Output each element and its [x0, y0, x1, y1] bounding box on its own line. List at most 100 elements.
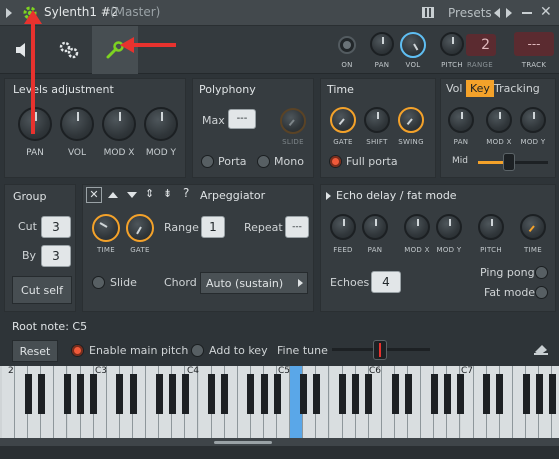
piano-black-key[interactable] — [535, 374, 543, 414]
keyboard-icon[interactable] — [422, 7, 434, 18]
echo-mody-knob[interactable] — [436, 214, 462, 240]
arp-time-knob[interactable] — [92, 214, 120, 242]
piano-black-key[interactable] — [312, 374, 320, 414]
levels-mody-knob[interactable] — [144, 107, 178, 141]
piano-black-key[interactable] — [522, 374, 530, 414]
by-spinner[interactable]: 3 — [41, 245, 71, 267]
piano-white-key[interactable] — [2, 366, 16, 438]
arp-close-icon[interactable]: ✕ — [86, 187, 102, 203]
porta-radio[interactable] — [201, 155, 214, 168]
echo-pitch-knob[interactable] — [478, 214, 504, 240]
slide-knob[interactable] — [280, 108, 306, 134]
echo-feed-knob[interactable] — [330, 214, 356, 240]
time-gate-knob[interactable] — [330, 107, 356, 133]
preset-next-icon[interactable] — [506, 8, 512, 18]
piano-black-key[interactable] — [457, 374, 464, 414]
piano-black-key[interactable] — [129, 374, 137, 414]
piano-black-key[interactable] — [443, 374, 451, 414]
piano-black-key[interactable] — [168, 374, 176, 414]
piano-black-key[interactable] — [391, 374, 399, 414]
minimize-icon[interactable] — [522, 12, 532, 14]
full-porta-radio[interactable] — [329, 155, 342, 168]
piano-black-key[interactable] — [208, 374, 216, 414]
range-label: RANGE — [467, 61, 493, 69]
on-toggle[interactable] — [338, 36, 356, 54]
tab-settings[interactable] — [46, 26, 92, 74]
fat-mode-radio[interactable] — [535, 286, 548, 299]
piano-black-key[interactable] — [90, 374, 98, 414]
piano-black-key[interactable] — [299, 374, 307, 414]
levels-modx-knob[interactable] — [102, 107, 136, 141]
range-spinner[interactable]: 1 — [201, 216, 225, 238]
piano-black-key[interactable] — [404, 374, 412, 414]
piano-black-key[interactable] — [339, 374, 347, 414]
ping-pong-radio[interactable] — [535, 266, 548, 279]
pitch-knob[interactable] — [440, 32, 464, 56]
piano-black-key[interactable] — [155, 374, 163, 414]
range-display[interactable]: 2 — [466, 34, 496, 56]
arp-down-icon[interactable] — [127, 192, 137, 198]
cut-self-button[interactable]: Cut self — [12, 276, 72, 304]
reset-button[interactable]: Reset — [12, 340, 58, 362]
levels-pan-knob[interactable] — [18, 107, 52, 141]
vol-label: VOL — [405, 61, 421, 69]
piano-scrollbar-thumb[interactable] — [214, 441, 272, 444]
arp-gate-knob[interactable] — [126, 214, 154, 242]
tracking-modx-knob[interactable] — [486, 107, 512, 133]
arp-updown-icon[interactable]: ⇕ — [145, 187, 154, 200]
piano-black-key[interactable] — [64, 374, 71, 414]
tab-tracking[interactable]: Tracking — [494, 82, 540, 95]
presets-button[interactable]: Presets — [448, 6, 492, 20]
arp-random-icon[interactable]: ? — [183, 186, 189, 200]
piano-black-key[interactable] — [77, 374, 85, 414]
tracking-mody-knob[interactable] — [520, 107, 546, 133]
arp-sticky-icon[interactable]: ⇟ — [163, 187, 172, 200]
echoes-spinner[interactable]: 4 — [371, 271, 401, 293]
collapse-arrow-icon[interactable] — [6, 8, 12, 18]
piano-black-key[interactable] — [24, 374, 32, 414]
piano-black-key[interactable] — [247, 374, 255, 414]
levels-vol-knob[interactable] — [60, 107, 94, 141]
close-icon[interactable]: ✕ — [540, 5, 554, 19]
echo-modx-knob[interactable] — [404, 214, 430, 240]
stamp-icon[interactable] — [533, 342, 549, 356]
chord-dropdown[interactable]: Auto (sustain) — [200, 272, 308, 294]
mid-slider-handle[interactable] — [503, 153, 515, 171]
add-to-key-radio[interactable] — [191, 344, 204, 357]
tab-vol[interactable]: Vol — [446, 82, 462, 95]
piano-black-key[interactable] — [273, 374, 281, 414]
cut-spinner[interactable]: 3 — [41, 216, 71, 238]
arp-up-icon[interactable] — [108, 192, 118, 198]
time-shift-knob[interactable] — [364, 107, 390, 133]
repeat-spinner[interactable]: --- — [285, 216, 309, 238]
piano-black-key[interactable] — [548, 374, 556, 414]
piano-black-key[interactable] — [430, 374, 438, 414]
piano-scrollbar[interactable] — [0, 438, 559, 446]
fine-tune-slider-handle[interactable] — [373, 340, 387, 360]
vol-knob[interactable] — [400, 32, 426, 58]
piano-black-key[interactable] — [181, 374, 189, 414]
enable-main-pitch-radio[interactable] — [71, 344, 84, 357]
tab-key[interactable]: Key — [466, 80, 494, 97]
piano-black-key[interactable] — [496, 374, 504, 414]
preset-prev-icon[interactable] — [494, 8, 500, 18]
tab-plugin[interactable] — [0, 26, 46, 74]
piano-black-key[interactable] — [116, 374, 124, 414]
echo-time-knob[interactable] — [520, 214, 546, 240]
piano-black-key[interactable] — [37, 374, 45, 414]
tracking-pan-knob[interactable] — [448, 107, 474, 133]
piano-black-key[interactable] — [483, 374, 491, 414]
track-display[interactable]: --- — [514, 32, 554, 56]
piano-keyboard[interactable]: 2 C3 C4 C5 C6 C7 — [0, 366, 559, 438]
arp-slide-radio[interactable] — [92, 276, 105, 289]
piano-black-key[interactable] — [221, 374, 229, 414]
piano-black-key[interactable] — [260, 374, 268, 414]
piano-black-key[interactable] — [352, 374, 360, 414]
pan-knob[interactable] — [370, 32, 394, 56]
mono-radio[interactable] — [257, 155, 270, 168]
max-voices-spinner[interactable]: --- — [228, 109, 256, 129]
time-swing-knob[interactable] — [398, 107, 424, 133]
echo-expand-icon[interactable] — [326, 192, 331, 200]
piano-black-key[interactable] — [365, 374, 373, 414]
echo-pan-knob[interactable] — [362, 214, 388, 240]
